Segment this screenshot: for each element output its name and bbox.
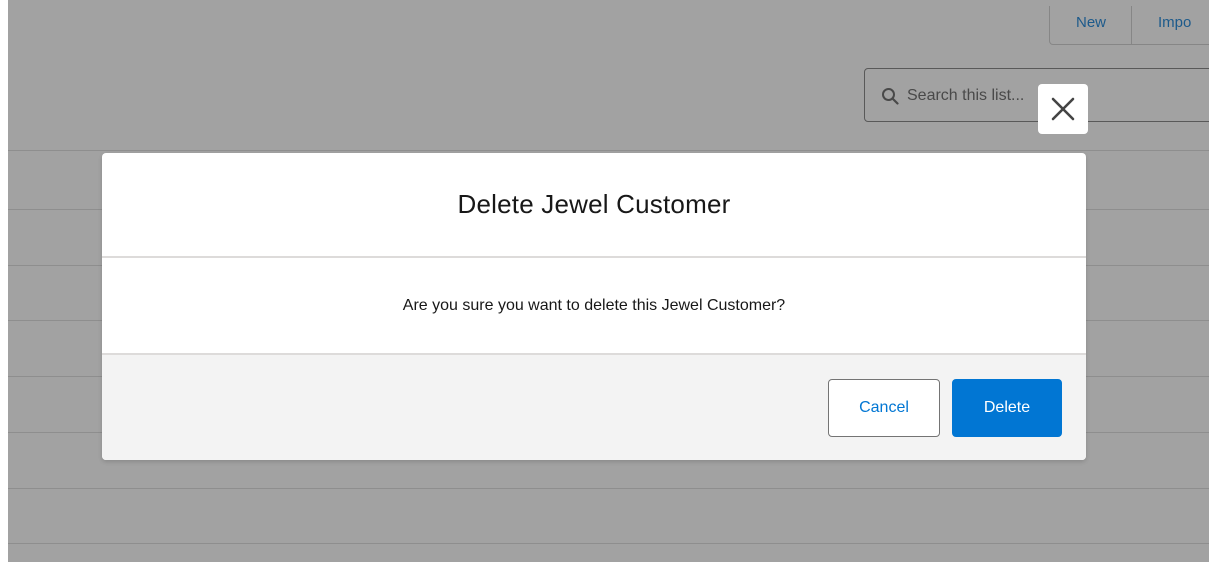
modal-title: Delete Jewel Customer	[457, 189, 731, 219]
close-icon	[1051, 97, 1075, 121]
delete-confirmation-modal: Delete Jewel Customer Are you sure you w…	[102, 153, 1086, 460]
modal-header: Delete Jewel Customer	[102, 153, 1086, 258]
close-modal-button[interactable]	[1038, 84, 1088, 134]
modal-footer: Cancel Delete	[102, 355, 1086, 460]
modal-body: Are you sure you want to delete this Jew…	[102, 258, 1086, 355]
page-left-edge	[0, 0, 8, 562]
modal-message: Are you sure you want to delete this Jew…	[402, 296, 786, 314]
cancel-button[interactable]: Cancel	[828, 379, 940, 437]
delete-button[interactable]: Delete	[952, 379, 1062, 437]
